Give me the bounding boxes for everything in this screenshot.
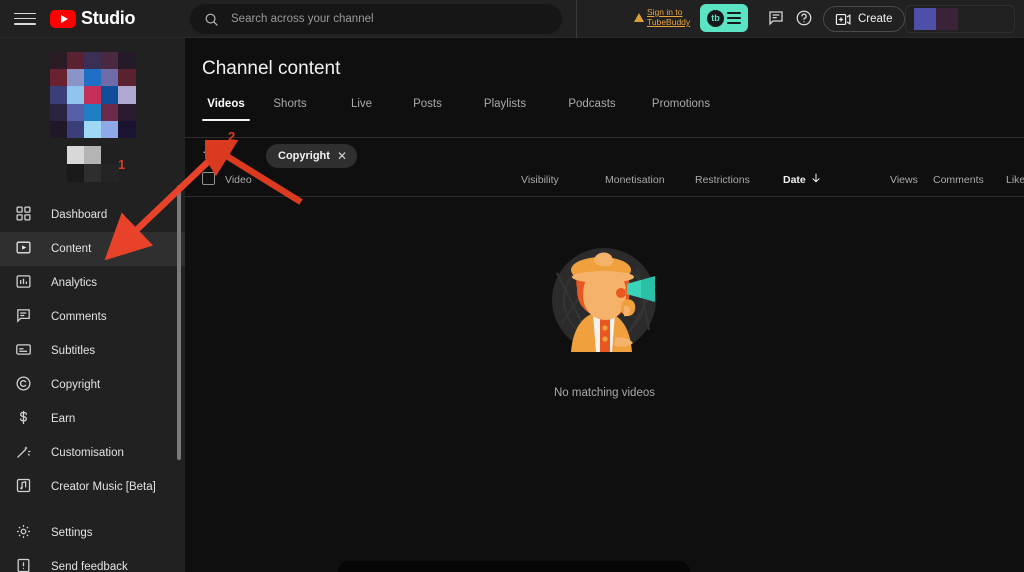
topbar-divider	[576, 0, 577, 38]
sidebar-item-label: Copyright	[51, 379, 101, 391]
tubebuddy-menu-icon	[727, 12, 741, 24]
channel-avatar-large[interactable]	[49, 52, 136, 138]
arrow-down-icon[interactable]	[810, 172, 822, 187]
studio-logo[interactable]: Studio	[50, 8, 135, 29]
sidebar-item-earn[interactable]: Earn	[0, 402, 185, 436]
tabs-divider	[185, 137, 1024, 138]
music-note-icon	[15, 477, 35, 497]
tab-promotions[interactable]: Promotions	[636, 98, 726, 121]
sidebar-divider-gap	[0, 504, 185, 516]
sidebar-scrollbar[interactable]	[177, 185, 181, 460]
tab-shorts[interactable]: Shorts	[250, 98, 330, 121]
signin-line-2: TubeBuddy	[647, 17, 691, 27]
youtube-play-icon	[50, 9, 76, 28]
column-header-video[interactable]: Video	[225, 174, 252, 186]
dashboard-grid-icon	[15, 205, 35, 225]
search-input[interactable]	[231, 13, 548, 25]
tab-podcasts[interactable]: Podcasts	[548, 98, 636, 121]
hamburger-icon[interactable]	[14, 11, 36, 27]
sidebar-nav: Dashboard Content Analytics Comments Sub…	[0, 198, 185, 572]
help-circle-icon[interactable]	[795, 9, 815, 29]
tubebuddy-logo-icon: tb	[707, 9, 724, 27]
tubebuddy-signin-link[interactable]: Sign in to TubeBuddy	[634, 7, 699, 27]
column-header-comments[interactable]: Comments	[933, 174, 984, 186]
tubebuddy-signin-label: Sign in to TubeBuddy	[647, 7, 699, 27]
sidebar-item-send-feedback[interactable]: Send feedback	[0, 550, 185, 572]
sidebar-item-label: Analytics	[51, 277, 98, 289]
tab-live[interactable]: Live	[330, 98, 393, 121]
bottom-overlay-bar	[338, 561, 690, 572]
youtube-studio-window: Studio Sign in to TubeBuddy tb	[0, 0, 1024, 572]
content-video-icon	[15, 239, 35, 259]
close-x-icon[interactable]: ✕	[337, 150, 347, 162]
sidebar-item-subtitles[interactable]: Subtitles	[0, 334, 185, 368]
sidebar-item-analytics[interactable]: Analytics	[0, 266, 185, 300]
column-header-likes[interactable]: Likes (	[1006, 174, 1024, 186]
avatar-pixel-2	[936, 8, 958, 30]
tubebuddy-button[interactable]: tb	[700, 4, 748, 32]
avatar-pixel-1	[914, 8, 936, 30]
annotation-number-2: 2	[228, 129, 236, 144]
empty-state-text: No matching videos	[554, 387, 655, 399]
subtitles-icon	[15, 341, 35, 361]
checkbox-unchecked-icon[interactable]	[202, 172, 215, 185]
column-header-restrictions[interactable]: Restrictions	[695, 174, 750, 186]
search-bar[interactable]	[190, 4, 562, 34]
brand-label: Studio	[81, 8, 136, 28]
signin-line-1: Sign in to	[647, 7, 683, 17]
sidebar-item-label: Creator Music [Beta]	[51, 481, 156, 493]
page-title: Channel content	[202, 58, 341, 79]
main-content: Channel content Videos Shorts Live Posts…	[185, 38, 1024, 572]
feedback-icon	[15, 557, 35, 572]
column-header-date[interactable]: Date	[783, 174, 806, 186]
empty-state: No matching videos	[185, 238, 1024, 399]
sidebar-item-comments[interactable]: Comments	[0, 300, 185, 334]
person-with-telescope-illustration	[552, 248, 656, 352]
sidebar-item-label: Send feedback	[51, 561, 128, 572]
content-tabs: Videos Shorts Live Posts Playlists Podca…	[202, 98, 726, 121]
analytics-bar-icon	[15, 273, 35, 293]
table-header: Video Visibility Monetisation Restrictio…	[185, 163, 1024, 197]
sidebar-item-label: Customisation	[51, 447, 124, 459]
column-header-monetisation[interactable]: Monetisation	[605, 174, 665, 186]
create-button[interactable]: Create	[823, 6, 905, 32]
copyright-icon	[15, 375, 35, 395]
channel-avatar-small	[66, 146, 119, 182]
comments-bubble-icon	[15, 307, 35, 327]
sidebar-item-copyright[interactable]: Copyright	[0, 368, 185, 402]
tab-posts[interactable]: Posts	[393, 98, 462, 121]
create-label: Create	[858, 13, 893, 25]
magic-wand-icon	[15, 443, 35, 463]
search-icon	[205, 13, 218, 26]
sidebar-item-creator-music[interactable]: Creator Music [Beta]	[0, 470, 185, 504]
create-video-icon	[835, 13, 851, 25]
sidebar: Dashboard Content Analytics Comments Sub…	[0, 38, 185, 572]
tab-videos[interactable]: Videos	[202, 98, 250, 121]
column-header-visibility[interactable]: Visibility	[521, 174, 559, 186]
sidebar-item-label: Subtitles	[51, 345, 96, 357]
tab-playlists[interactable]: Playlists	[462, 98, 548, 121]
avatar[interactable]	[905, 5, 1015, 33]
sidebar-item-customisation[interactable]: Customisation	[0, 436, 185, 470]
warning-triangle-icon	[634, 12, 644, 22]
sidebar-item-label: Comments	[51, 311, 107, 323]
dollar-icon	[15, 409, 35, 429]
sidebar-item-label: Content	[51, 243, 92, 255]
sidebar-item-label: Settings	[51, 527, 93, 539]
sidebar-item-label: Earn	[51, 413, 76, 425]
sidebar-item-content[interactable]: Content	[0, 232, 185, 266]
sidebar-item-settings[interactable]: Settings	[0, 516, 185, 550]
sidebar-item-dashboard[interactable]: Dashboard	[0, 198, 185, 232]
sidebar-item-label: Dashboard	[51, 209, 108, 221]
chip-label: Copyright	[278, 150, 330, 162]
comments-icon[interactable]	[767, 9, 787, 29]
column-header-views[interactable]: Views	[890, 174, 918, 186]
gear-icon	[15, 523, 35, 543]
annotation-number-1: 1	[118, 157, 126, 172]
